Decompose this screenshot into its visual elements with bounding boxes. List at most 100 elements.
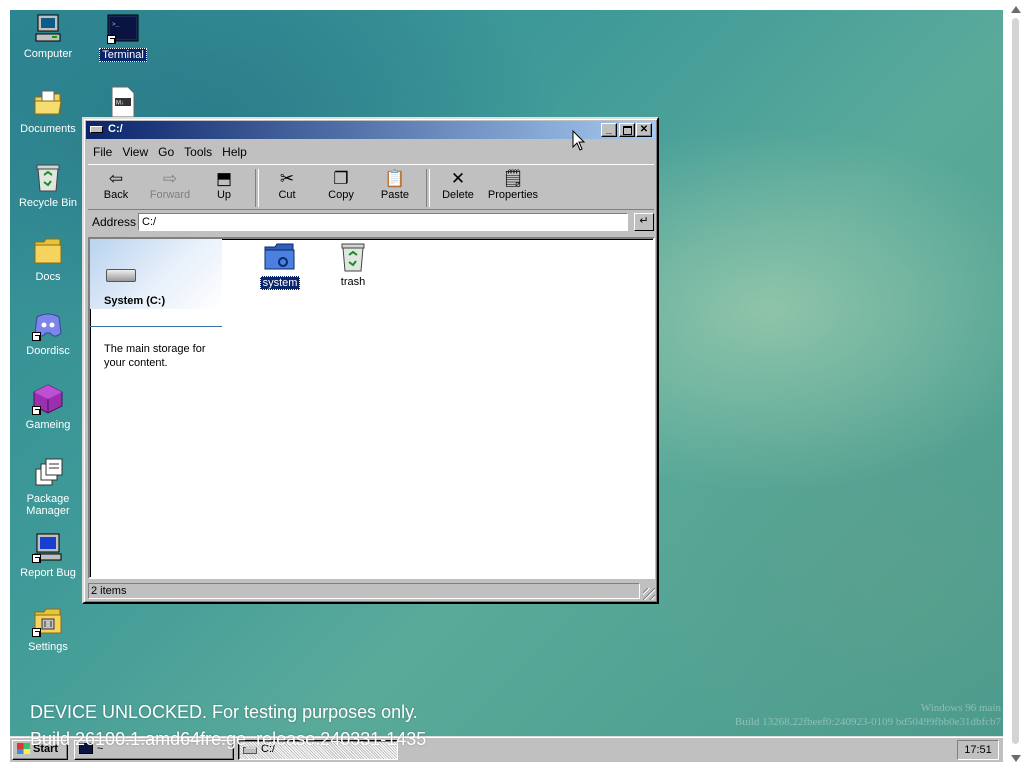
desktop-icon-label: Doordisc [26, 345, 70, 357]
menu-view[interactable]: View [117, 143, 153, 161]
copy-label: Copy [328, 189, 354, 201]
maximize-button[interactable] [619, 123, 635, 137]
go-button[interactable]: ↵ [634, 213, 654, 231]
delete-button[interactable]: ✕ Delete [433, 169, 483, 201]
svg-text:M↓: M↓ [116, 101, 124, 107]
forward-button[interactable]: ⇨ Forward [145, 169, 195, 201]
desktop-icon-settings[interactable]: Settings [10, 605, 86, 653]
properties-button[interactable]: 🗒 Properties [485, 169, 541, 201]
desktop-icon-docs[interactable]: Docs [10, 235, 86, 283]
toolbar-separator [426, 169, 430, 207]
device-unlocked-notice: DEVICE UNLOCKED. For testing purposes on… [30, 699, 426, 753]
shortcut-arrow-icon [32, 554, 41, 563]
watermark-line: Windows 96 main [920, 702, 1001, 714]
menu-tools[interactable]: Tools [179, 143, 217, 161]
delete-x-icon: ✕ [450, 169, 466, 188]
forward-arrow-icon: ⇨ [162, 169, 178, 188]
info-pane-divider [90, 326, 222, 327]
toolbar-separator [255, 169, 259, 207]
address-input[interactable] [138, 213, 628, 231]
desktop-icon-terminal[interactable]: >_ Terminal [85, 12, 161, 62]
notice-build: Build 26100.1.amd64fre.ge_release.240331… [30, 729, 427, 749]
up-button[interactable]: ⬒ Up [199, 169, 249, 201]
scroll-up-arrow-icon[interactable] [1011, 6, 1021, 13]
scroll-down-arrow-icon[interactable] [1011, 755, 1021, 762]
info-pane-description: The main storage for your content. [104, 343, 206, 369]
file-item-system[interactable]: system [250, 241, 310, 290]
documents-folder-icon [32, 87, 64, 119]
desktop-icon-label: Documents [20, 123, 76, 135]
package-manager-icon [32, 457, 64, 489]
back-arrow-icon: ⇦ [108, 169, 124, 188]
minimize-icon: _ [606, 124, 612, 135]
system-folder-icon [263, 241, 297, 273]
address-bar: Address ↵ [88, 212, 654, 234]
discord-icon [32, 309, 64, 341]
menu-bar: File View Go Tools Help [88, 143, 252, 161]
desktop-icon-documents[interactable]: Documents [10, 87, 86, 135]
desktop-icon-label: Terminal [99, 48, 147, 62]
folder-icon [32, 235, 64, 267]
drive-icon [106, 269, 136, 282]
properties-icon: 🗒 [502, 169, 524, 188]
explorer-window[interactable]: C:/ _ ✕ File View Go Tools Help ⇦ Back ⇨ For… [82, 117, 659, 604]
info-pane: System (C:) The main storage for your co… [90, 239, 222, 577]
drive-icon [90, 126, 103, 133]
window-titlebar[interactable]: C:/ _ ✕ [86, 121, 655, 139]
file-item-trash[interactable]: trash [323, 241, 383, 288]
paste-icon: 📋 [384, 169, 406, 188]
paste-button[interactable]: 📋 Paste [370, 169, 420, 201]
markdown-file-icon: M↓ [107, 86, 139, 118]
report-bug-icon [32, 531, 64, 563]
status-bar: 2 items [88, 582, 655, 600]
desktop-icon-gameing[interactable]: Gameing [10, 383, 86, 431]
watermark-build: Build 13268.22fbeef0:240923-0109 bd50499… [734, 716, 1001, 728]
shortcut-arrow-icon [107, 35, 116, 44]
close-icon: ✕ [639, 124, 649, 135]
desktop-icon-label: Report Bug [20, 567, 76, 579]
back-label: Back [103, 189, 129, 201]
desktop-icon-recycle-bin[interactable]: Recycle Bin [10, 161, 86, 209]
copy-icon: ❐ [333, 169, 349, 188]
back-button[interactable]: ⇦ Back [91, 169, 141, 201]
properties-label: Properties [487, 189, 539, 201]
resize-grip-icon[interactable] [643, 588, 655, 600]
scissors-icon: ✂ [279, 169, 295, 188]
recycle-bin-icon [336, 241, 370, 273]
desktop-icon-label: Docs [35, 271, 61, 283]
cut-button[interactable]: ✂ Cut [262, 169, 312, 201]
scroll-thumb[interactable] [1012, 18, 1019, 744]
notice-line: DEVICE UNLOCKED. For testing purposes on… [30, 702, 418, 722]
settings-icon [32, 605, 64, 637]
info-pane-title: System (C:) [104, 295, 166, 307]
desktop-icon-report-bug[interactable]: Report Bug [10, 531, 86, 579]
mouse-cursor-icon [572, 130, 586, 151]
delete-label: Delete [442, 189, 474, 201]
page-scrollbar[interactable] [1007, 0, 1024, 768]
status-item-count: 2 items [88, 583, 640, 599]
desktop-icon-package-manager[interactable]: Package Manager [10, 457, 86, 517]
desktop-icon-computer[interactable]: Computer [10, 12, 86, 60]
desktop-icon-label: Computer [23, 48, 73, 60]
desktop-icon-label: Settings [28, 641, 68, 653]
paste-label: Paste [380, 189, 410, 201]
desktop-icon-label: Recycle Bin [18, 197, 78, 209]
close-button[interactable]: ✕ [636, 123, 652, 137]
desktop-icon-label: Gameing [25, 419, 71, 431]
up-label: Up [216, 189, 232, 201]
desktop-icon-doordisc[interactable]: Doordisc [10, 309, 86, 357]
menu-file[interactable]: File [88, 143, 117, 161]
minimize-button[interactable]: _ [601, 123, 617, 137]
menu-help[interactable]: Help [217, 143, 252, 161]
menu-go[interactable]: Go [153, 143, 179, 161]
copy-button[interactable]: ❐ Copy [316, 169, 366, 201]
start-logo-icon [17, 743, 30, 754]
file-item-label: system [259, 276, 301, 290]
file-item-label: trash [340, 276, 366, 288]
shortcut-arrow-icon [32, 332, 41, 341]
cube-icon [32, 383, 64, 415]
taskbar-clock[interactable]: 17:51 [957, 740, 999, 760]
file-view[interactable]: System (C:) The main storage for your co… [88, 237, 655, 579]
recycle-bin-icon [32, 161, 64, 193]
computer-icon [32, 12, 64, 44]
